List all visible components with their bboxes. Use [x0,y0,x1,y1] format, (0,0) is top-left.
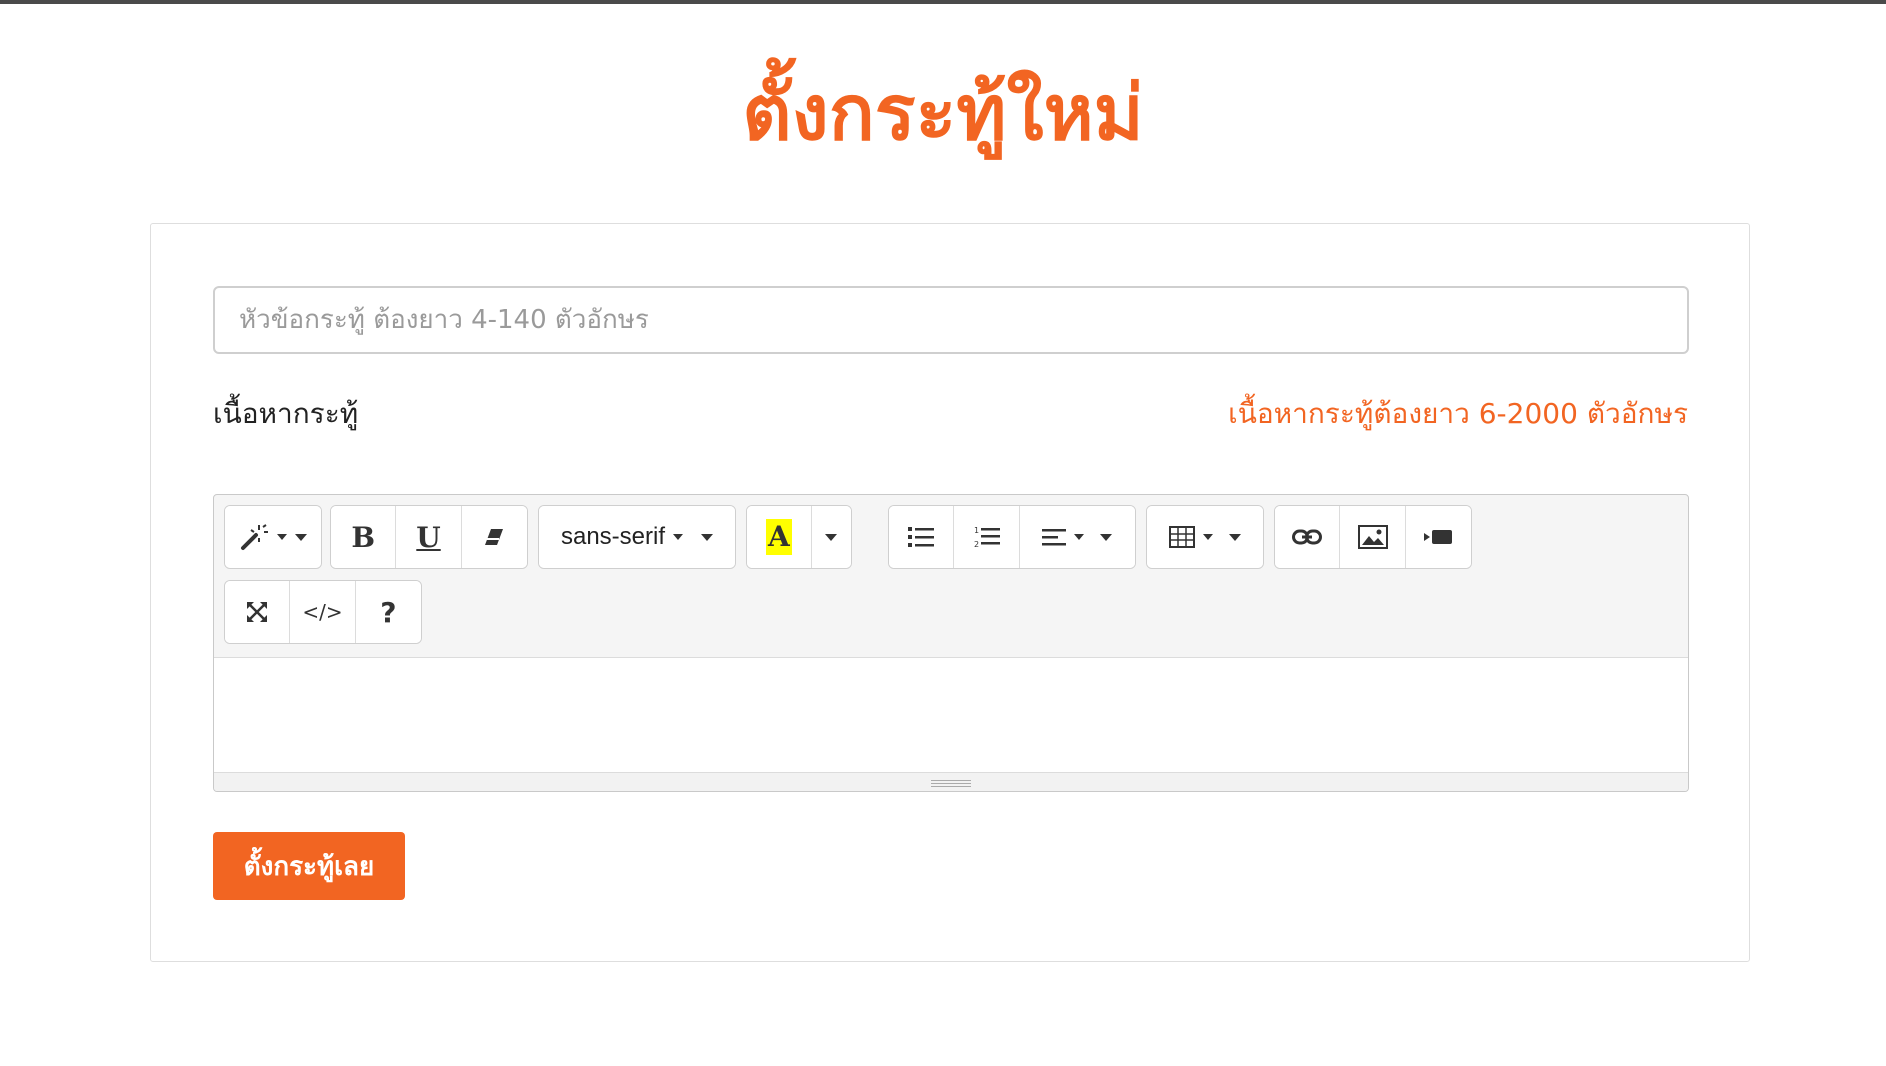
paragraph-group: 1 2 [888,505,1136,569]
chevron-down-icon [1203,534,1213,540]
video-icon [1424,528,1453,546]
topic-title-input[interactable] [213,286,1689,354]
link-icon [1292,528,1323,546]
color-a-icon: A [766,519,792,555]
chevron-down-icon [701,533,714,541]
table-icon [1169,526,1195,548]
ordered-list-button[interactable]: 1 2 [954,506,1020,568]
chevron-down-icon [673,534,684,540]
top-border [0,0,1886,4]
table-dropdown-button[interactable] [1147,506,1263,568]
picture-icon [1357,525,1388,549]
font-name-label: sans-serif [560,523,666,550]
svg-text:1: 1 [974,526,979,535]
unordered-list-icon [908,526,935,548]
font-name-dropdown[interactable]: sans-serif [539,506,735,568]
chevron-down-icon [825,533,838,541]
insert-video-button[interactable] [1405,506,1471,568]
content-length-hint: เนื้อหากระทู้ต้องยาว 6-2000 ตัวอักษร [1228,397,1688,430]
svg-text:2: 2 [974,540,979,549]
fullscreen-icon [245,600,269,624]
style-group [224,505,322,569]
new-topic-card: เนื้อหากระทู้ เนื้อหากระทู้ต้องยาว 6-200… [150,223,1750,962]
font-style-group: B U [330,505,528,569]
submit-topic-button[interactable]: ตั้งกระทู้เลย [213,832,405,900]
help-icon: ? [380,595,397,629]
unordered-list-button[interactable] [889,506,955,568]
view-group: </> ? [224,580,422,644]
eraser-icon [482,525,506,549]
underline-icon: U [416,520,441,554]
text-color-button[interactable]: A [747,506,812,568]
code-view-icon: </> [302,600,343,624]
insert-link-button[interactable] [1275,506,1341,568]
chevron-down-icon [295,533,307,541]
chevron-down-icon [1100,533,1113,541]
style-dropdown-button[interactable] [225,506,321,568]
rich-text-editor: B U sans-serif A 1 2 </> ? [213,494,1689,792]
editor-toolbar: B U sans-serif A 1 2 </> ? [214,495,1688,657]
help-button[interactable]: ? [355,581,421,643]
grip-icon [931,779,971,787]
clear-format-button[interactable] [461,506,527,568]
font-name-group: sans-serif [538,505,736,569]
bold-button[interactable]: B [331,506,397,568]
content-label: เนื้อหากระทู้ [213,397,359,430]
table-group [1146,505,1264,569]
chevron-down-icon [277,534,287,540]
fullscreen-button[interactable] [225,581,291,643]
ordered-list-icon: 1 2 [974,525,1000,549]
editor-content-area[interactable] [214,657,1688,773]
magic-wand-icon [239,522,269,552]
underline-button[interactable]: U [396,506,462,568]
bold-icon: B [351,520,375,554]
color-group: A [746,505,852,569]
editor-resize-handle[interactable] [214,773,1688,791]
align-left-icon [1042,527,1067,547]
align-dropdown-button[interactable] [1019,506,1135,568]
chevron-down-icon [1229,533,1241,541]
code-view-button[interactable]: </> [290,581,356,643]
page-title: ตั้งกระทู้ใหม่ [742,68,1144,157]
chevron-down-icon [1074,534,1085,540]
insert-picture-button[interactable] [1340,506,1406,568]
color-dropdown-button[interactable] [811,506,851,568]
insert-group [1274,505,1472,569]
